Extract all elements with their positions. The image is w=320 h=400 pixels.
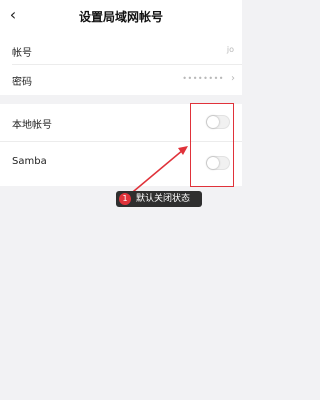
annotation-callout: 1 默认关闭状态 [116,191,202,207]
annotation-number-badge: 1 [119,193,131,205]
annotation-text: 默认关闭状态 [136,194,191,204]
